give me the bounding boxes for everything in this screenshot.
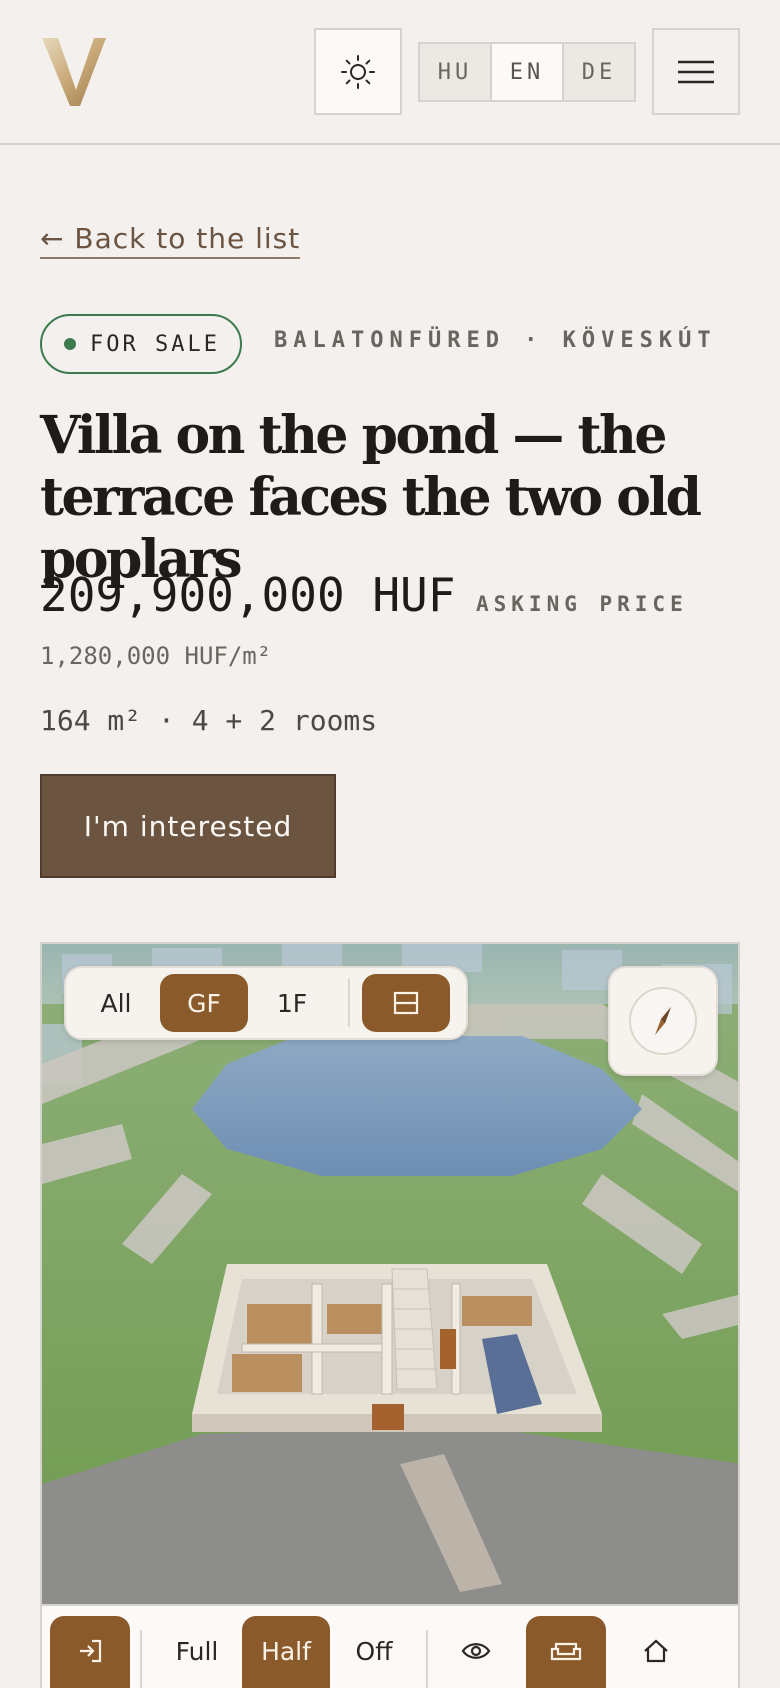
furniture-toggle-button[interactable] (526, 1616, 606, 1688)
site-header: HU EN DE (0, 0, 780, 145)
floorplan-icon (393, 991, 419, 1015)
viewer-toolbar: Full Half Off (40, 1606, 740, 1688)
walls-half-button[interactable]: Half (242, 1616, 330, 1688)
enter-icon (80, 1639, 102, 1663)
floor-gf-button[interactable]: GF (160, 974, 248, 1032)
home-icon (644, 1639, 668, 1663)
floor-divider (348, 979, 350, 1027)
status-text: FOR SALE (90, 331, 220, 357)
eye-icon (461, 1643, 491, 1659)
logo-mark (42, 38, 106, 106)
sun-icon (341, 54, 375, 89)
price-label: ASKING PRICE (476, 592, 688, 616)
toolbar-divider (426, 1630, 428, 1688)
logo[interactable] (40, 34, 112, 108)
back-to-list-link[interactable]: ← Back to the list (40, 222, 301, 259)
floor-all-button[interactable]: All (72, 974, 160, 1032)
compass-button[interactable] (608, 966, 718, 1076)
toolbar-divider (140, 1630, 142, 1688)
walls-full-button[interactable]: Full (152, 1616, 242, 1688)
status-dot (64, 338, 76, 350)
lang-de-button[interactable]: DE (562, 44, 634, 100)
language-switcher: HU EN DE (418, 42, 636, 102)
enter-view-button[interactable] (50, 1616, 130, 1688)
listing-specs: 164 m² · 4 + 2 rooms (40, 704, 378, 737)
menu-button[interactable] (652, 28, 740, 115)
compass-icon (629, 987, 697, 1055)
floor-1f-button[interactable]: 1F (248, 974, 336, 1032)
listing-location: BALATONFÜRED · KÖVESKÚT (274, 328, 717, 353)
sofa-icon (550, 1642, 582, 1661)
hamburger-icon (678, 60, 714, 83)
theme-toggle-button[interactable] (314, 28, 402, 115)
listing-price: 209,900,000 HUF (40, 568, 456, 622)
floor-selector: All GF 1F (64, 966, 468, 1040)
floorplan-toggle-button[interactable] (362, 974, 450, 1032)
listing-title: Villa on the pond — the terrace faces th… (40, 405, 702, 590)
3d-viewer[interactable]: All GF 1F (40, 942, 740, 1606)
status-badge: FOR SALE (40, 314, 242, 374)
walls-off-button[interactable]: Off (330, 1616, 418, 1688)
home-view-button[interactable] (616, 1616, 696, 1688)
lang-hu-button[interactable]: HU (420, 44, 490, 100)
view-mode-button[interactable] (436, 1616, 516, 1688)
lang-en-button[interactable]: EN (490, 44, 562, 100)
price-per-m2: 1,280,000 HUF/m² (40, 642, 272, 670)
interested-button[interactable]: I'm interested (40, 774, 336, 878)
